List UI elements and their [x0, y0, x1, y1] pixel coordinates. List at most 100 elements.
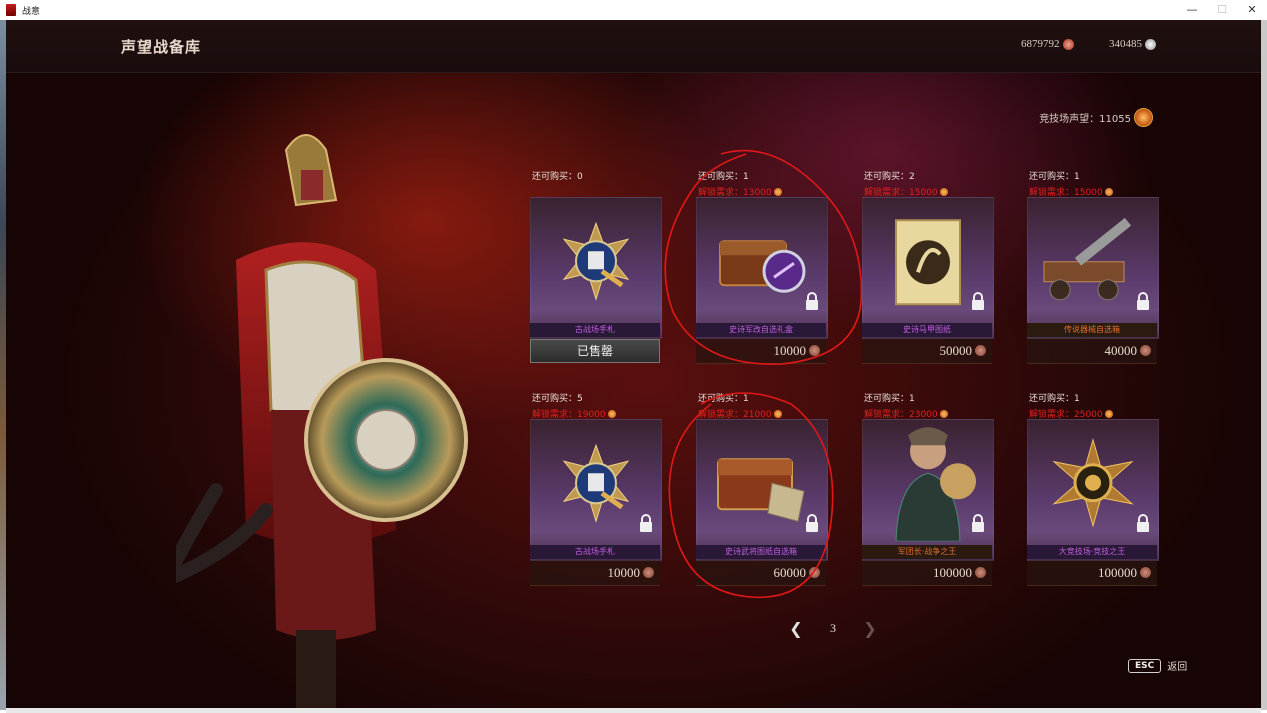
item-image-panel[interactable]	[530, 197, 662, 339]
silver-coin-icon	[809, 345, 820, 356]
item-name: 史诗军改自选礼盒	[696, 323, 826, 337]
gem-currency: 340485	[1109, 38, 1156, 50]
item-name: 军团长·战争之王	[862, 545, 992, 559]
silver-currency: 6879792	[1021, 38, 1074, 50]
maximize-button[interactable]: ☐	[1207, 0, 1237, 20]
item-image-panel[interactable]	[862, 197, 994, 339]
minimize-button[interactable]: —	[1177, 0, 1207, 20]
price-value: 40000	[1104, 343, 1138, 358]
lock-icon	[805, 292, 819, 310]
item-image-panel[interactable]	[696, 197, 828, 339]
prev-page-icon[interactable]: ❮	[786, 619, 806, 638]
remaining-purchases: 还可购买：1	[698, 394, 749, 404]
price-value: 100000	[1098, 565, 1137, 580]
app-icon	[6, 4, 16, 16]
arena-renown-text: 竞技场声望：11055	[1039, 114, 1131, 125]
silver-amount: 6879792	[1021, 38, 1060, 50]
lock-icon	[971, 514, 985, 532]
back-control[interactable]: ESC 返回	[1128, 658, 1187, 673]
silver-coin-icon	[975, 345, 986, 356]
lock-icon	[805, 514, 819, 532]
gold-star-emblem-icon	[1048, 437, 1138, 533]
arena-medal-icon	[773, 187, 782, 196]
gold-chest-icon	[712, 443, 812, 528]
arena-medal-icon	[1104, 187, 1113, 196]
lock-icon	[971, 292, 985, 310]
window-title: 战意	[22, 6, 41, 17]
siege-engine-icon	[1038, 216, 1148, 311]
price-button[interactable]: 10000	[696, 339, 826, 364]
shop-item-card[interactable]: 还可购买：2 解锁需求：15000 史诗马甲图纸 50000	[862, 165, 994, 375]
arena-medal-icon	[607, 409, 616, 418]
item-image-panel[interactable]	[862, 419, 994, 561]
price-value: 100000	[933, 565, 972, 580]
pager: ❮ 3 ❯	[786, 619, 880, 638]
remaining-purchases: 还可购买：1	[1029, 394, 1080, 404]
back-label[interactable]: 返回	[1167, 658, 1187, 673]
desktop-edge-right	[1261, 20, 1267, 710]
item-image-panel[interactable]	[1027, 419, 1159, 561]
item-name: 古战场手札	[530, 323, 660, 337]
next-page-icon[interactable]: ❯	[860, 619, 880, 638]
lock-icon	[639, 514, 653, 532]
purple-chest-icon	[712, 221, 812, 306]
top-bar: 声望战备库 6879792 340485	[6, 20, 1261, 73]
item-name: 大竞技场·竞技之王	[1027, 545, 1157, 559]
esc-key[interactable]: ESC	[1128, 658, 1162, 673]
lock-icon	[1136, 514, 1150, 532]
window-titlebar: 战意 — ☐ ✕	[0, 0, 1267, 20]
silver-coin-icon	[1140, 567, 1151, 578]
arena-medal-icon	[1104, 409, 1113, 418]
gem-amount: 340485	[1109, 38, 1142, 50]
shop-item-card[interactable]: 还可购买：1 解锁需求：13000 史诗军改自选礼盒 10000	[696, 165, 828, 375]
item-image-panel[interactable]	[530, 419, 662, 561]
item-image-panel[interactable]	[696, 419, 828, 561]
remaining-purchases: 还可购买：2	[864, 172, 915, 182]
price-value: 60000	[773, 565, 807, 580]
close-button[interactable]: ✕	[1237, 0, 1267, 20]
shop-item-card[interactable]: 还可购买：1 解锁需求：21000 史诗武将图纸自选箱 60000	[696, 387, 828, 597]
taskbar-strip	[6, 708, 1261, 713]
arena-medal-icon	[1134, 108, 1153, 127]
price-button[interactable]: 10000	[530, 561, 660, 586]
silver-coin-icon	[809, 567, 820, 578]
item-name: 传说器械自选箱	[1027, 323, 1157, 337]
silver-coin-icon	[1062, 38, 1074, 50]
warlord-portrait-icon	[878, 421, 978, 546]
arena-renown: 竞技场声望：11055	[1039, 108, 1153, 127]
item-name: 史诗武将图纸自选箱	[696, 545, 826, 559]
arena-medal-icon	[939, 409, 948, 418]
price-button[interactable]: 50000	[862, 339, 992, 364]
scroll-medal-icon	[556, 221, 636, 306]
price-value: 10000	[607, 565, 641, 580]
hero-warrior-illustration	[176, 134, 468, 708]
item-name: 史诗马甲图纸	[862, 323, 992, 337]
price-value: 50000	[939, 343, 973, 358]
page-number: 3	[830, 620, 836, 635]
shop-item-card[interactable]: 还可购买：5 解锁需求：19000 古战场手札 10000	[530, 387, 662, 597]
price-button[interactable]: 60000	[696, 561, 826, 586]
remaining-purchases: 还可购买：1	[698, 172, 749, 182]
item-image-panel[interactable]	[1027, 197, 1159, 339]
arena-medal-icon	[939, 187, 948, 196]
page-title: 声望战备库	[121, 38, 202, 56]
remaining-purchases: 还可购买：0	[532, 172, 583, 182]
arena-medal-icon	[773, 409, 782, 418]
shop-item-card[interactable]: 还可购买：1 解锁需求：23000 军团长·战争之王 100000	[862, 387, 994, 597]
price-button[interactable]: 40000	[1027, 339, 1157, 364]
silver-coin-icon	[1140, 345, 1151, 356]
remaining-purchases: 还可购买：1	[864, 394, 915, 404]
game-window: 战意 — ☐ ✕ 声望战备库 6879792 340485 竞技场声望：1105…	[0, 0, 1267, 713]
price-button[interactable]: 100000	[1027, 561, 1157, 586]
sold-out-button: 已售罄	[530, 339, 660, 363]
shop-item-card[interactable]: 还可购买：1 解锁需求：25000 大竞技场·竞技之王 100000	[1027, 387, 1159, 597]
lock-icon	[1136, 292, 1150, 310]
silver-coin-icon	[975, 567, 986, 578]
gem-icon	[1145, 38, 1156, 50]
shop-item-card[interactable]: 还可购买：0 古战场手札已售罄	[530, 165, 662, 375]
price-button[interactable]: 100000	[862, 561, 992, 586]
scroll-medal-icon	[556, 443, 636, 528]
remaining-purchases: 还可购买：1	[1029, 172, 1080, 182]
shop-item-card[interactable]: 还可购买：1 解锁需求：15000 传说器械自选箱 40000	[1027, 165, 1159, 375]
price-value: 10000	[773, 343, 807, 358]
